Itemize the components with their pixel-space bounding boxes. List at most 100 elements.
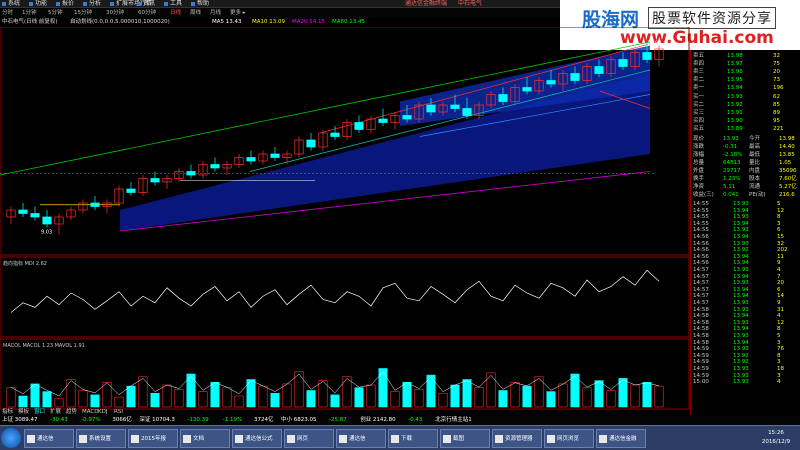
taskbar-task[interactable]: 通达信公式 [232, 429, 282, 448]
period-tab[interactable]: 分时 [2, 9, 13, 17]
volume-bar [450, 384, 460, 408]
stat-cell: 29717 [723, 168, 741, 174]
period-tab[interactable]: 日线 [170, 9, 181, 17]
candle-body [186, 171, 196, 176]
period-tab[interactable]: 月线 [210, 9, 221, 17]
quote-cell: 32 [773, 53, 780, 59]
candle-body [402, 115, 412, 120]
volume-bar [6, 387, 16, 408]
indicator-tab[interactable]: 扩展 [50, 408, 61, 416]
volume-bar [198, 391, 208, 408]
taskbar-task[interactable]: 下载 [388, 429, 438, 448]
indicator-tab[interactable]: 模板 [18, 408, 29, 416]
start-button[interactable] [1, 428, 21, 448]
menu-item[interactable]: 资讯 [137, 0, 155, 8]
volume-bar [150, 392, 160, 408]
volume-bar [594, 380, 604, 408]
period-tab[interactable]: 60分钟 [138, 9, 156, 17]
quote-cell: 20 [773, 69, 780, 75]
indicator-tab[interactable]: MACD [82, 408, 99, 416]
taskbar-task[interactable]: 通达信 [24, 429, 74, 448]
task-label: 通达信 [349, 436, 366, 442]
news-ticker[interactable]: 通达信金融终端 [405, 0, 447, 8]
taskbar-task[interactable]: 截图 [440, 429, 490, 448]
indicator-tab[interactable]: KDJ [98, 408, 107, 416]
menu-icon [110, 1, 114, 6]
quote-cell: 13.92 [727, 102, 743, 108]
menu-item[interactable]: 系统 [2, 0, 20, 8]
stat-row: 净资 5.11 流通 5.27亿 [693, 183, 799, 191]
volume-bar [330, 394, 340, 408]
period-tab[interactable]: 15分钟 [74, 9, 92, 17]
volume-bar [462, 379, 472, 408]
menu-item[interactable]: 帮助 [191, 0, 209, 8]
status-item: -30.43 [50, 417, 68, 423]
menu-item-label: 资讯 [143, 0, 156, 7]
period-tab[interactable]: 5分钟 [48, 9, 63, 17]
volume-bar [174, 389, 184, 408]
candle-body [462, 108, 472, 116]
ma-value: MA10 13.09 [252, 18, 285, 27]
indicator-tab[interactable]: 窗口 [34, 408, 45, 416]
stat-cell: 64813 [723, 160, 741, 166]
quote-cell: 13.95 [727, 77, 743, 83]
quote-cell: 13.98 [727, 53, 743, 59]
quote-cell: 13.97 [727, 61, 743, 67]
taskbar-task[interactable]: 文档 [180, 429, 230, 448]
indicator-tab[interactable]: 趋势 [66, 408, 77, 416]
candle-body [90, 202, 100, 207]
menu-item[interactable]: 报价 [56, 0, 74, 8]
candle-body [330, 132, 340, 137]
period-tab[interactable]: 1分钟 [22, 9, 37, 17]
stat-cell: 流通 [749, 184, 761, 190]
status-item: -130.39 [187, 417, 209, 423]
low-price-label: 9.03 [41, 230, 52, 236]
stat-cell: 内盘 [749, 168, 761, 174]
task-label: 资源管理器 [505, 436, 533, 442]
quote-cell: 13.94 [727, 85, 743, 91]
menu-item[interactable]: 功能 [29, 0, 47, 8]
stat-cell: 13.85 [779, 152, 795, 158]
taskbar-task[interactable]: 网页浏览 [544, 429, 594, 448]
status-item: 上证 3089.47 [2, 417, 38, 423]
chart-area[interactable]: 14.98 9.03 趋向指标 MDI 2.62 MACOL MACOL 1.23 M… [0, 27, 690, 410]
period-tab[interactable]: 周线 [190, 9, 201, 17]
period-tab[interactable]: 30分钟 [106, 9, 124, 17]
stat-row: 换手 1.23% 股本 7.60亿 [693, 175, 799, 183]
stat-cell: 总量 [693, 160, 705, 166]
app-icon [495, 435, 503, 443]
quote-row: 买一 13.93 62 [693, 93, 799, 101]
candle-body [270, 153, 280, 158]
chart-svg[interactable]: 14.98 9.03 趋向指标 MDI 2.62 MACOL MACOL 1.23 M… [0, 27, 690, 410]
volume-bar [642, 381, 652, 408]
quote-row: 买三 13.91 89 [693, 109, 799, 117]
task-label: 文档 [193, 436, 205, 442]
quote-cell: 73 [773, 77, 780, 83]
volume-bar [270, 392, 280, 408]
quote-cell: 75 [773, 61, 780, 67]
taskbar-task[interactable]: 系统设置 [76, 429, 126, 448]
candle-body [378, 118, 388, 123]
menu-item[interactable]: 工具 [164, 0, 182, 8]
task-label: 2015年报 [141, 436, 166, 442]
indicator-tab[interactable]: 指标 [2, 408, 13, 416]
stat-cell: 今开 [749, 136, 761, 142]
stat-cell: 0.041 [723, 192, 739, 198]
indicator-tab[interactable]: RSI [114, 408, 123, 416]
taskbar-task[interactable]: 2015年报 [128, 429, 178, 448]
taskbar-task[interactable]: 通达信 [336, 429, 386, 448]
quote-cell: 89 [773, 110, 780, 116]
clock[interactable]: 15:26 2016/12/9 [756, 429, 796, 447]
menu-icon [164, 1, 168, 6]
volume-bar [474, 387, 484, 408]
taskbar-task[interactable]: 网页 [284, 429, 334, 448]
quote-cell: 13.96 [727, 69, 743, 75]
taskbar-task[interactable]: 通达信金融 [596, 429, 646, 448]
menu-item[interactable]: 分析 [83, 0, 101, 8]
period-tab[interactable]: 更多 ▸ [230, 9, 246, 17]
quote-cell: 13.91 [727, 110, 743, 116]
quote-row: 卖一 13.94 196 [693, 84, 799, 92]
volume-bar [114, 396, 124, 408]
taskbar-task[interactable]: 资源管理器 [492, 429, 542, 448]
task-label: 网页浏览 [557, 436, 580, 442]
